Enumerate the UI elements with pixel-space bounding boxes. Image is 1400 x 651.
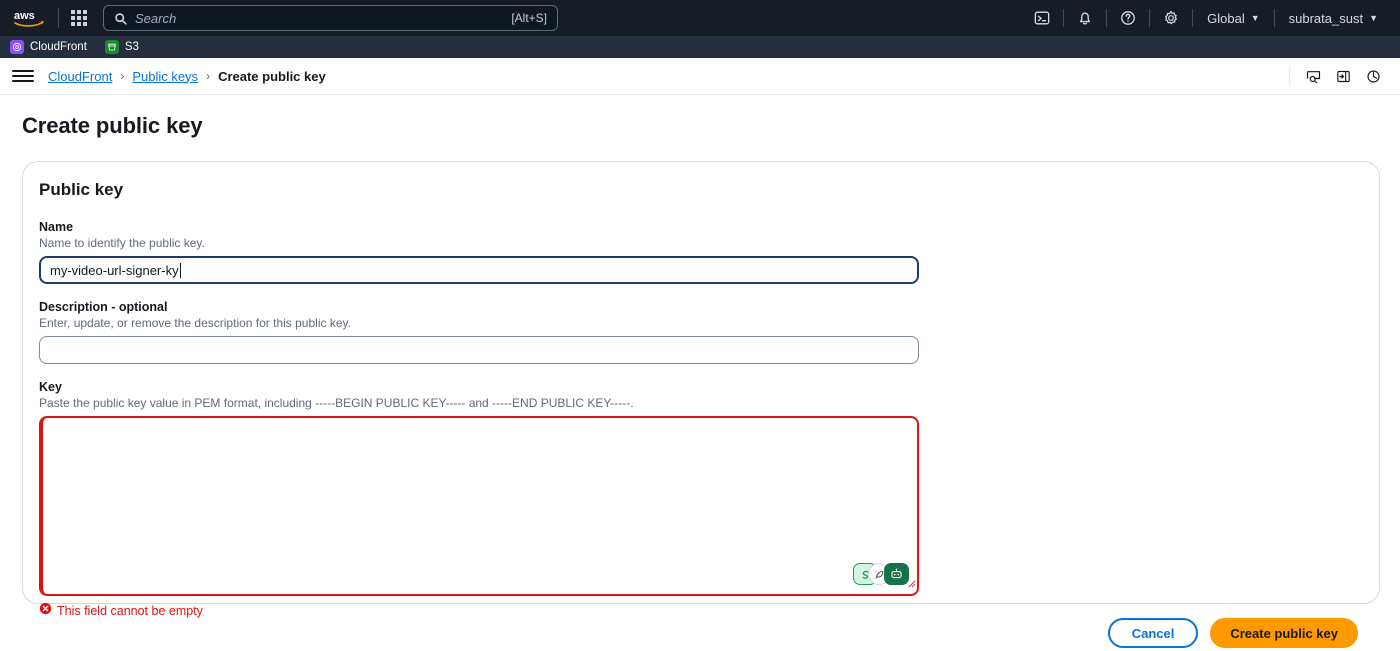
notifications-bell-icon[interactable] [1068, 5, 1102, 31]
name-field-group: Name Name to identify the public key. my… [39, 220, 1363, 284]
global-search-bar[interactable]: Search [Alt+S] [103, 5, 558, 31]
screen-inspect-icon[interactable] [1298, 63, 1328, 89]
text-cursor [179, 262, 181, 278]
description-field-hint: Enter, update, or remove the description… [39, 316, 351, 330]
name-field-label: Name [39, 220, 74, 234]
breadcrumb-bar: CloudFront › Public keys › Create public… [0, 58, 1400, 95]
breadcrumb-item-public-keys[interactable]: Public keys [132, 69, 198, 84]
description-input[interactable] [39, 336, 919, 364]
key-textarea-wrapper [39, 416, 919, 596]
search-shortcut-hint: [Alt+S] [511, 11, 547, 25]
account-menu[interactable]: subrata_sust ▼ [1279, 11, 1388, 26]
breadcrumb-actions [1289, 63, 1388, 89]
description-field-label: Description - optional [39, 300, 168, 314]
chevron-down-icon: ▼ [1369, 13, 1378, 23]
service-shortcut-label: CloudFront [30, 41, 87, 53]
chevron-down-icon: ▼ [1250, 13, 1260, 23]
nav-divider [1192, 9, 1194, 27]
cloudfront-icon [10, 40, 24, 54]
nav-divider [1149, 9, 1151, 27]
breadcrumb-item-current: Create public key [218, 68, 326, 84]
s3-bucket-icon [104, 40, 119, 54]
breadcrumb-separator-icon: › [206, 69, 211, 83]
settings-gear-icon[interactable] [1154, 5, 1188, 31]
error-message-text: This field cannot be empty [57, 604, 203, 618]
service-shortcut-s3[interactable]: S3 [104, 40, 139, 54]
form-actions: Cancel Create public key [22, 604, 1380, 648]
description-field-group: Description - optional Enter, update, or… [39, 300, 1363, 364]
name-field-hint: Name to identify the public key. [39, 236, 205, 250]
key-textarea[interactable] [39, 416, 919, 596]
nav-divider [1106, 9, 1108, 27]
search-icon [114, 12, 127, 25]
services-grid-icon[interactable] [69, 8, 89, 28]
name-input-value: my-video-url-signer-ky [50, 262, 179, 278]
name-input[interactable]: my-video-url-signer-ky [39, 256, 919, 284]
open-panel-icon[interactable] [1328, 63, 1358, 89]
top-nav-right-group: Global ▼ subrata_sust ▼ [1025, 5, 1392, 31]
account-label: subrata_sust [1288, 10, 1364, 26]
nav-divider [1273, 9, 1275, 27]
card-title: Public key [39, 180, 124, 199]
key-field-hint: Paste the public key value in PEM format… [39, 396, 634, 410]
key-field-group: Key Paste the public key value in PEM fo… [39, 380, 1363, 620]
help-question-icon[interactable] [1111, 5, 1145, 31]
public-key-card: Public key Name Name to identify the pub… [22, 161, 1380, 618]
breadcrumb-item-cloudfront[interactable]: CloudFront [48, 69, 112, 84]
breadcrumb-separator-icon: › [120, 69, 125, 83]
page-title: Create public key [22, 113, 203, 138]
region-selector[interactable]: Global ▼ [1197, 11, 1270, 26]
page-content: Create public key Public key Name Name t… [0, 95, 1400, 648]
textarea-resize-handle[interactable] [907, 575, 916, 593]
key-field-label: Key [39, 380, 62, 394]
svg-text:aws: aws [14, 10, 35, 22]
create-public-key-button[interactable]: Create public key [1210, 618, 1358, 648]
nav-divider [58, 8, 59, 28]
sidebar-toggle-hamburger-icon[interactable] [12, 65, 34, 87]
breadcrumb: CloudFront › Public keys › Create public… [48, 69, 326, 84]
aws-logo[interactable]: aws [10, 6, 48, 30]
service-shortcut-bar: CloudFront S3 [0, 36, 1400, 58]
cancel-button[interactable]: Cancel [1107, 618, 1199, 648]
service-shortcut-cloudfront[interactable]: CloudFront [10, 40, 87, 54]
settings-circle-icon[interactable] [1358, 63, 1388, 89]
region-label: Global [1207, 10, 1245, 26]
cloudshell-icon[interactable] [1025, 5, 1059, 31]
error-circle-x-icon [39, 602, 52, 620]
nav-divider [1063, 9, 1065, 27]
service-shortcut-label: S3 [124, 41, 139, 53]
divider [1289, 66, 1290, 86]
top-navigation-bar: aws Search [Alt+S] Global ▼ subrata_sust… [0, 0, 1400, 36]
search-placeholder: Search [135, 10, 177, 26]
